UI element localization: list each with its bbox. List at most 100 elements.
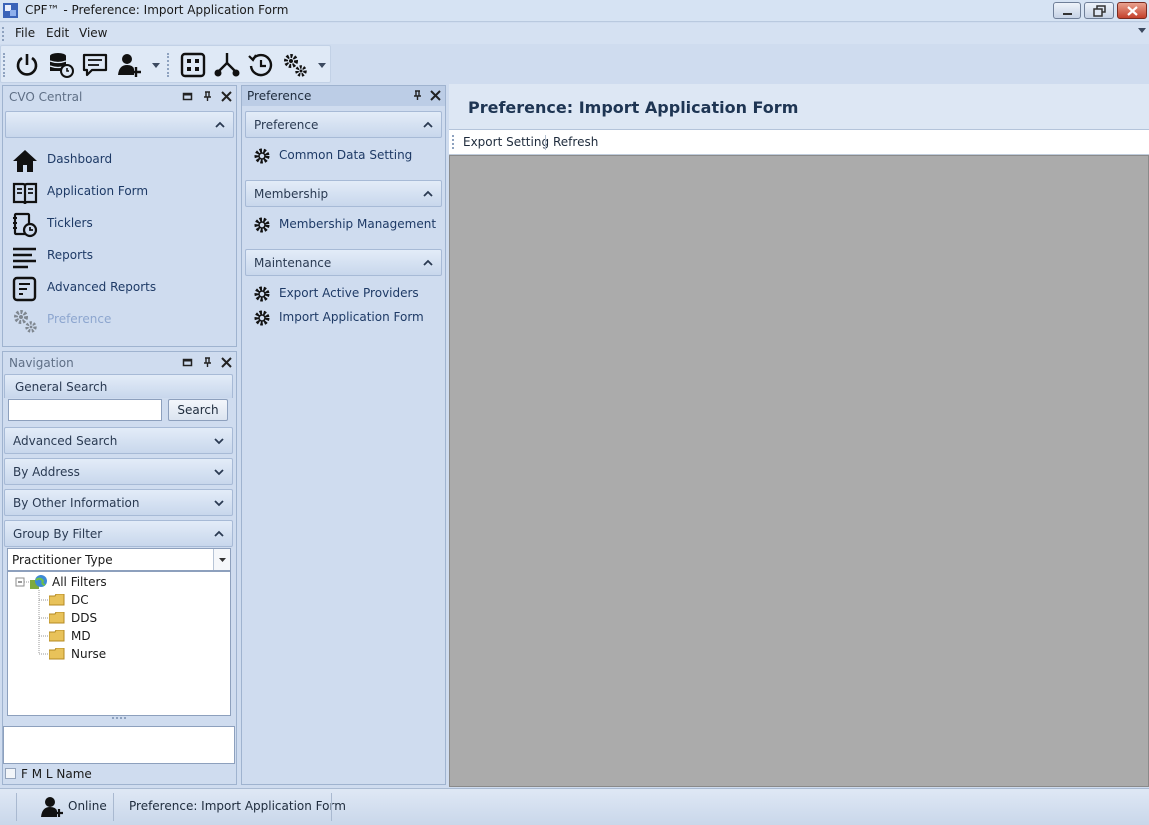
nav-item-advanced-reports[interactable]: Advanced Reports bbox=[12, 274, 212, 302]
export-setting-button[interactable]: Export Setting bbox=[463, 135, 549, 149]
toolbar-separator bbox=[167, 53, 169, 77]
close-panel-icon[interactable] bbox=[430, 90, 441, 101]
title-bar: CPF™ - Preference: Import Application Fo… bbox=[0, 0, 1149, 22]
chat-icon bbox=[82, 53, 108, 77]
group-by-filter-header[interactable]: Group By Filter bbox=[4, 520, 233, 547]
workflow-button[interactable] bbox=[212, 50, 242, 80]
chevron-up-icon bbox=[423, 190, 433, 197]
database-button[interactable] bbox=[46, 50, 76, 80]
add-user-icon bbox=[118, 54, 141, 77]
nav-item-reports[interactable]: Reports bbox=[12, 242, 212, 270]
by-other-information-header[interactable]: By Other Information bbox=[4, 489, 233, 516]
chevron-up-icon bbox=[215, 121, 225, 128]
chevron-down-icon bbox=[214, 469, 224, 476]
modules-button[interactable] bbox=[178, 50, 208, 80]
general-search-header[interactable]: General Search bbox=[4, 374, 233, 398]
window-title: CPF™ - Preference: Import Application Fo… bbox=[25, 3, 289, 17]
close-panel-icon[interactable] bbox=[221, 357, 232, 368]
results-box[interactable] bbox=[3, 726, 235, 764]
app-logo-icon bbox=[3, 3, 18, 18]
toolbar-dropdown-icon[interactable] bbox=[151, 60, 161, 70]
settings-gears-icon bbox=[284, 54, 307, 77]
messages-button[interactable] bbox=[80, 50, 110, 80]
tree-lines bbox=[15, 577, 48, 655]
minimize-button[interactable] bbox=[1053, 2, 1081, 19]
float-icon[interactable] bbox=[182, 91, 193, 102]
by-address-header[interactable]: By Address bbox=[4, 458, 233, 485]
restore-icon bbox=[1093, 5, 1106, 17]
content-area bbox=[449, 155, 1149, 787]
menu-overflow-icon[interactable] bbox=[1138, 28, 1146, 34]
history-button[interactable] bbox=[246, 50, 276, 80]
nav-item-ticklers[interactable]: Ticklers bbox=[12, 210, 212, 238]
float-icon[interactable] bbox=[182, 357, 193, 368]
refresh-button[interactable]: Refresh bbox=[553, 135, 598, 149]
close-window-button[interactable] bbox=[1117, 2, 1147, 19]
maintenance-section-header[interactable]: Maintenance bbox=[245, 249, 442, 276]
general-search-input[interactable] bbox=[8, 399, 162, 421]
nav-item-preference[interactable]: Preference bbox=[12, 306, 212, 334]
history-icon bbox=[248, 53, 273, 77]
close-panel-icon[interactable] bbox=[221, 91, 232, 102]
pref-item-membership-management[interactable]: Membership Management bbox=[252, 213, 437, 235]
fml-name-checkbox[interactable] bbox=[5, 768, 16, 779]
menu-file[interactable]: File bbox=[15, 26, 35, 40]
pin-icon[interactable] bbox=[202, 91, 213, 102]
chevron-down-icon bbox=[214, 500, 224, 507]
chevron-down-icon bbox=[219, 558, 226, 562]
filter-type-select[interactable]: Practitioner Type bbox=[7, 548, 231, 571]
status-page: Preference: Import Application Form bbox=[129, 799, 346, 813]
minimize-icon bbox=[1063, 13, 1072, 15]
menu-bar: File Edit View bbox=[0, 23, 1149, 44]
menu-grip[interactable] bbox=[2, 27, 5, 41]
chevron-up-icon bbox=[214, 530, 224, 537]
globe-icon bbox=[30, 575, 47, 589]
restore-button[interactable] bbox=[1084, 2, 1114, 19]
book-icon bbox=[12, 182, 38, 205]
power-icon bbox=[16, 54, 38, 76]
folder-icon bbox=[49, 630, 65, 642]
add-user-button[interactable] bbox=[114, 50, 144, 80]
gear-icon bbox=[254, 310, 270, 326]
content-toolbar: Export Setting Refresh bbox=[449, 130, 1149, 155]
pref-item-export-active-providers[interactable]: Export Active Providers bbox=[252, 282, 437, 304]
pin-icon[interactable] bbox=[202, 357, 213, 368]
settings-button[interactable] bbox=[280, 50, 310, 80]
chevron-up-icon bbox=[423, 121, 433, 128]
toolbar-grip[interactable] bbox=[3, 53, 5, 77]
menu-view[interactable]: View bbox=[79, 26, 107, 40]
folder-icon bbox=[49, 648, 65, 660]
fml-name-label: F M L Name bbox=[21, 767, 92, 781]
grid-icon bbox=[180, 52, 206, 78]
pref-item-common-data-setting[interactable]: Common Data Setting bbox=[252, 144, 437, 166]
reports-lines-icon bbox=[13, 247, 36, 269]
content-toolbar-grip[interactable] bbox=[452, 135, 455, 149]
nav-item-dashboard[interactable]: Dashboard bbox=[12, 146, 212, 174]
menu-edit[interactable]: Edit bbox=[46, 26, 69, 40]
fork-icon bbox=[214, 53, 240, 77]
search-button[interactable]: Search bbox=[168, 399, 228, 421]
gear-icon bbox=[254, 217, 270, 233]
status-separator bbox=[331, 793, 332, 821]
advanced-report-icon bbox=[12, 276, 37, 302]
tickler-clock-icon bbox=[13, 212, 38, 238]
dropdown-arrow[interactable] bbox=[213, 549, 230, 570]
nav-item-application-form[interactable]: Application Form bbox=[12, 178, 212, 206]
power-button[interactable] bbox=[12, 50, 42, 80]
preference-section-header[interactable]: Preference bbox=[245, 111, 442, 138]
close-icon bbox=[1127, 6, 1138, 16]
online-status: Online bbox=[68, 799, 107, 813]
toolbar-overflow-icon[interactable] bbox=[317, 60, 327, 70]
online-user-icon bbox=[41, 797, 63, 817]
status-separator bbox=[16, 793, 17, 821]
splitter-handle[interactable] bbox=[112, 717, 126, 721]
pin-icon[interactable] bbox=[412, 90, 423, 101]
advanced-search-header[interactable]: Advanced Search bbox=[4, 427, 233, 454]
toolbar-separator bbox=[545, 135, 546, 150]
gear-icon bbox=[254, 148, 270, 164]
page-title: Preference: Import Application Form bbox=[468, 98, 799, 117]
pref-item-import-application-form[interactable]: Import Application Form bbox=[252, 306, 437, 328]
cvo-central-group-header[interactable] bbox=[5, 111, 234, 138]
database-clock-icon bbox=[49, 53, 74, 78]
membership-section-header[interactable]: Membership bbox=[245, 180, 442, 207]
